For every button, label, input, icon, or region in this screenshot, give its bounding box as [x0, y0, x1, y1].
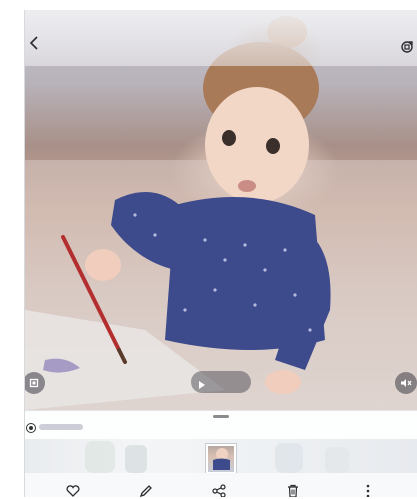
- more-vertical-icon[interactable]: [359, 482, 377, 497]
- photo-illustration: [25, 16, 417, 410]
- top-bar: [25, 10, 417, 66]
- pencil-icon[interactable]: [137, 482, 155, 497]
- radio-selected-icon[interactable]: [26, 423, 36, 433]
- photo-viewer: [24, 10, 417, 497]
- crop-icon[interactable]: [25, 372, 45, 394]
- drag-handle-icon[interactable]: [213, 415, 229, 418]
- blurred-info-text: [39, 424, 83, 430]
- heart-icon[interactable]: [64, 482, 82, 497]
- video-control-pill[interactable]: [191, 371, 251, 393]
- main-photo[interactable]: [25, 10, 417, 410]
- share-icon[interactable]: [210, 482, 228, 497]
- selected-thumbnail[interactable]: [206, 444, 236, 474]
- info-strip: [25, 410, 417, 440]
- rotate-icon[interactable]: [397, 37, 417, 57]
- chevron-left-icon[interactable]: [25, 33, 43, 53]
- bottom-toolbar: [25, 473, 417, 497]
- trash-icon[interactable]: [284, 482, 302, 497]
- volume-mute-icon[interactable]: [395, 372, 417, 394]
- play-icon[interactable]: [198, 377, 206, 395]
